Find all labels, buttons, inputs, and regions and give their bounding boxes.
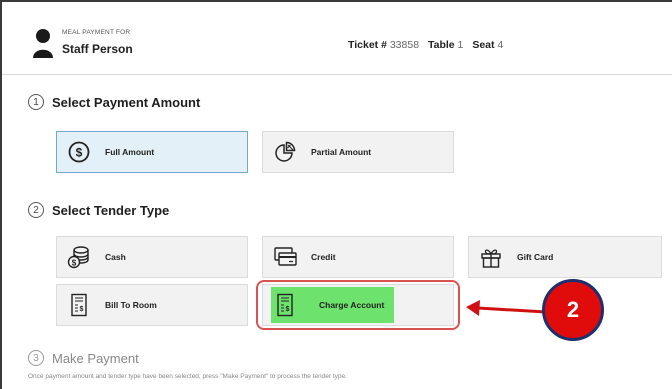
partial-amount-label: Partial Amount [311,147,372,157]
ticket-label: Ticket # [348,39,387,51]
credit-button[interactable]: Credit [262,236,454,278]
svg-text:$: $ [76,146,83,160]
charge-account-label: Charge Account [319,300,385,310]
full-amount-label: Full Amount [105,147,155,157]
cash-coins-icon: $ [67,245,91,269]
svg-text:$: $ [72,259,77,268]
section-select-tender-type: 2 Select Tender Type [28,202,169,218]
gift-card-button[interactable]: Gift Card [468,236,662,278]
seat-number: 4 [497,39,504,51]
credit-label: Credit [311,252,336,262]
ticket-number: 33858 [389,39,420,51]
section-title: Make Payment [52,350,139,366]
bill-to-room-button[interactable]: $ Bill To Room [56,284,248,326]
receipt-icon: $ [67,293,91,317]
pie-chart-icon [273,140,297,164]
table-number: 1 [457,39,464,51]
svg-text:$: $ [80,306,84,313]
section-title: Select Payment Amount [52,94,201,110]
partial-amount-button[interactable]: Partial Amount [262,131,454,173]
meal-payment-label: MEAL PAYMENT FOR [62,29,131,36]
full-amount-button[interactable]: $ Full Amount [56,131,248,173]
person-name: Staff Person [62,42,133,56]
section-select-payment-amount: 1 Select Payment Amount [28,94,200,110]
cash-label: Cash [105,252,126,262]
step-number: 1 [28,94,44,110]
credit-card-icon [273,245,297,269]
ticket-info: Ticket # 33858 Table 1 Seat 4 [348,39,509,51]
annotation-callout-badge: 2 [542,279,604,341]
step-number: 3 [28,350,44,366]
person-icon [33,29,53,58]
bill-to-room-label: Bill To Room [105,300,157,310]
gift-card-label: Gift Card [517,252,554,262]
seat-label: Seat [472,39,495,51]
svg-text:$: $ [286,306,290,313]
step-number: 2 [28,202,44,218]
receipt-icon: $ [273,293,297,317]
cash-button[interactable]: $ Cash [56,236,248,278]
header: MEAL PAYMENT FOR Staff Person Ticket # 3… [2,2,672,75]
annotation-arrow-icon [466,300,547,316]
gift-icon [479,245,503,269]
section-title: Select Tender Type [52,202,170,218]
table-label: Table [427,39,455,51]
dollar-icon: $ [67,140,91,164]
section-make-payment: 3 Make Payment [28,350,139,366]
instruction-text: Once payment amount and tender type have… [28,373,347,380]
